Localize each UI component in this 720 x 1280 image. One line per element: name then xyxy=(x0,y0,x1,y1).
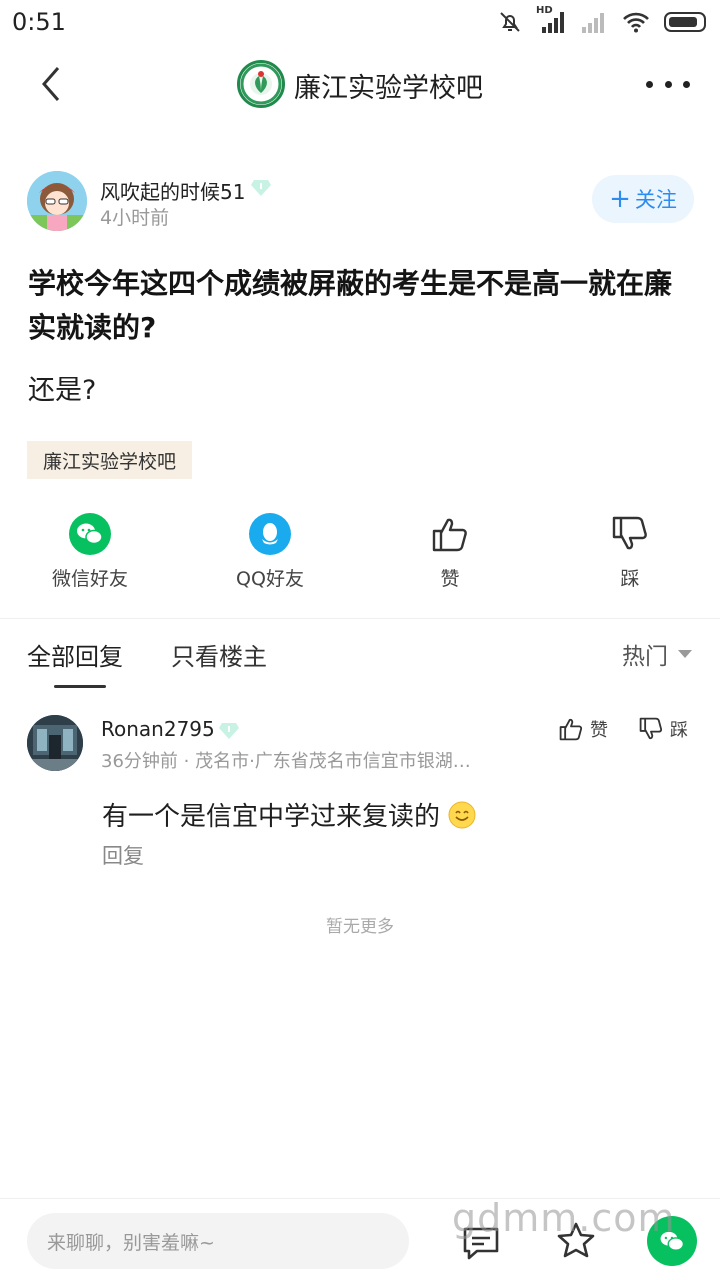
comment-meta: 36分钟前 · 茂名市·广东省茂名市信宜市银湖… xyxy=(101,751,471,772)
post-content: 还是? xyxy=(28,375,97,406)
commenter-avatar[interactable] xyxy=(27,715,83,771)
forum-tag[interactable]: 廉江实验学校吧 xyxy=(27,441,193,479)
status-icons: HD xyxy=(498,5,708,36)
qq-icon xyxy=(248,512,292,556)
comment-dislike-button[interactable]: 踩 xyxy=(638,716,688,742)
mute-bell-icon xyxy=(500,12,520,32)
wechat-icon xyxy=(68,512,112,556)
share-action-row: 微信好友 QQ好友 赞 踩 xyxy=(0,512,720,592)
back-button[interactable] xyxy=(30,62,74,106)
comment-body: 有一个是信宜中学过来复读的 xyxy=(102,802,441,832)
action-label: 踩 xyxy=(620,568,640,590)
post-title: 学校今年这四个成绩被屏蔽的考生是不是高一就在廉实就读的? xyxy=(28,267,673,344)
thumbs-down-icon xyxy=(639,717,663,740)
sort-label: 热门 xyxy=(622,644,668,670)
caret-down-icon xyxy=(678,650,692,658)
no-more-indicator: 暂无更多 xyxy=(326,917,394,937)
like-button[interactable]: 赞 xyxy=(380,512,520,591)
school-emblem-icon xyxy=(237,60,285,108)
action-label: 赞 xyxy=(440,568,460,590)
share-qq-button[interactable]: QQ好友 xyxy=(200,512,340,591)
more-dot-icon xyxy=(683,80,690,88)
comment-dislike-label: 踩 xyxy=(670,720,688,741)
plus-icon: + xyxy=(609,184,631,214)
follow-label: 关注 xyxy=(634,188,677,212)
comment-like-label: 赞 xyxy=(590,720,608,741)
smile-emoji-icon xyxy=(448,801,476,828)
comment-text: 有一个是信宜中学过来复读的 xyxy=(102,796,476,833)
chat-input[interactable]: 来聊聊，别害羞嘛~ xyxy=(27,1213,409,1269)
signal-icon: HD xyxy=(536,5,566,35)
more-dot-icon xyxy=(646,80,653,88)
active-tab-indicator xyxy=(54,685,106,688)
tab-all-replies[interactable]: 全部回复 xyxy=(27,637,123,672)
share-wechat-button[interactable]: 微信好友 xyxy=(20,512,160,591)
tab-host-only[interactable]: 只看楼主 xyxy=(171,637,267,672)
thumbs-up-icon xyxy=(559,718,583,741)
thumbs-up-icon xyxy=(428,512,472,556)
dislike-button[interactable]: 踩 xyxy=(560,512,700,591)
commenter-name[interactable]: Ronan2795 xyxy=(101,717,215,741)
post-time: 4小时前 xyxy=(100,207,170,229)
diamond-badge-icon xyxy=(251,180,271,196)
author-name[interactable]: 风吹起的时候51 xyxy=(100,176,245,205)
thumbs-down-icon xyxy=(608,512,652,556)
signal-empty-icon xyxy=(582,13,604,33)
comment-like-button[interactable]: 赞 xyxy=(558,716,608,742)
sort-dropdown[interactable]: 热门 xyxy=(622,637,692,671)
more-dot-icon xyxy=(664,80,672,88)
comment-reply-button[interactable]: 回复 xyxy=(102,840,144,870)
divider xyxy=(0,618,720,619)
wifi-icon xyxy=(623,12,649,33)
more-options-button[interactable] xyxy=(646,70,690,98)
status-bar: 0:51 HD xyxy=(0,0,720,44)
watermark-text: gdmm.com xyxy=(452,1196,676,1240)
status-time: 0:51 xyxy=(12,8,66,36)
author-avatar[interactable] xyxy=(27,171,87,231)
page-title: 廉江实验学校吧 xyxy=(294,73,483,104)
action-label: 微信好友 xyxy=(51,568,128,590)
follow-button[interactable]: + 关注 xyxy=(592,175,694,223)
diamond-badge-icon xyxy=(219,723,239,739)
battery-icon xyxy=(664,12,706,32)
action-label: QQ好友 xyxy=(236,568,304,590)
nav-bar: 廉江实验学校吧 xyxy=(0,44,720,124)
